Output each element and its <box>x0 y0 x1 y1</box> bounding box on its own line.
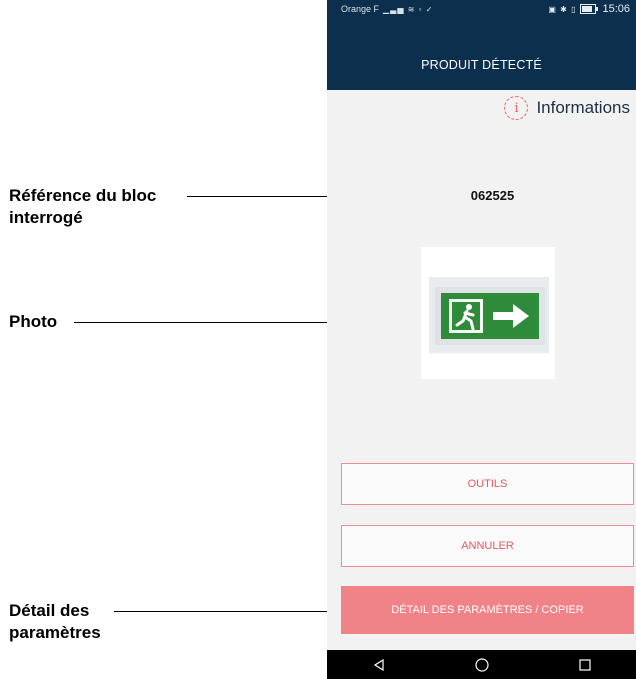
carrier-name: Orange F <box>341 4 380 14</box>
annotation-reference: Référence du bloc interrogé <box>9 185 156 229</box>
status-right: ▣ ✱ ▯ 15:06 <box>548 3 630 15</box>
status-time: 15:06 <box>602 3 630 15</box>
detail-parametres-button[interactable]: DÉTAIL DES PARAMÈTRES / COPIER <box>341 586 634 634</box>
annotation-detail-connector <box>114 611 350 612</box>
product-photo <box>421 247 555 379</box>
informations-link[interactable]: i Informations <box>504 96 630 120</box>
page-title: PRODUIT DÉTECTÉ <box>421 58 542 72</box>
recents-square-icon[interactable] <box>570 650 600 679</box>
product-reference: 062525 <box>470 188 515 203</box>
annotation-photo: Photo <box>9 312 58 331</box>
annotation-detail-line1: Détail des <box>9 601 90 620</box>
home-circle-icon[interactable] <box>467 650 497 679</box>
informations-label[interactable]: Informations <box>536 98 630 118</box>
exit-sign-image <box>429 277 549 353</box>
battery-icon <box>580 4 599 14</box>
android-nav-bar <box>327 650 636 679</box>
phone-screen: Orange F ▁▃▅ ≋ ▫ ✓ ▣ ✱ ▯ 15:06 PRODUIT D… <box>327 0 636 679</box>
annotation-detail: Détail des paramètres <box>9 600 101 644</box>
info-icon[interactable]: i <box>504 96 529 120</box>
signal-wifi-icons: ▁▃▅ ≋ ▫ ✓ <box>383 4 434 14</box>
back-triangle-icon[interactable] <box>364 650 394 679</box>
app-header: PRODUIT DÉTECTÉ <box>327 18 636 90</box>
annotation-reference-line2: interrogé <box>9 208 83 227</box>
nfc-bluetooth-vibrate-icons: ▣ ✱ ▯ <box>548 4 577 14</box>
annotation-detail-line2: paramètres <box>9 623 101 642</box>
annuler-button[interactable]: ANNULER <box>341 525 634 567</box>
status-left: Orange F ▁▃▅ ≋ ▫ ✓ <box>341 4 433 14</box>
outils-button[interactable]: OUTILS <box>341 463 634 505</box>
annotation-reference-line1: Référence du bloc <box>9 186 157 205</box>
status-bar: Orange F ▁▃▅ ≋ ▫ ✓ ▣ ✱ ▯ 15:06 <box>327 0 636 18</box>
